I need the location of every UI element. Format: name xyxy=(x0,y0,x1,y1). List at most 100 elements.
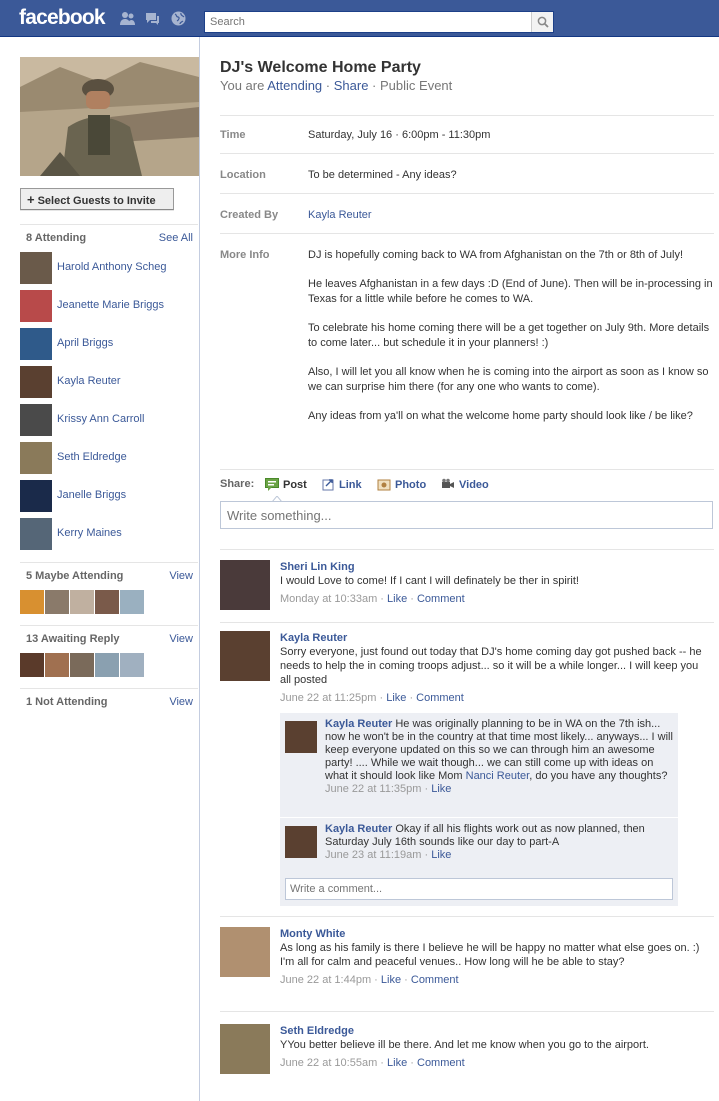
guest-thumbnail[interactable] xyxy=(45,653,69,677)
see-all-link[interactable]: See All xyxy=(159,232,193,244)
timestamp[interactable]: June 23 at 11:19am xyxy=(325,849,421,861)
share-photo-label: Photo xyxy=(395,479,427,491)
comment-link[interactable]: Comment xyxy=(417,1057,465,1069)
timestamp[interactable]: Monday at 10:33am xyxy=(280,593,377,605)
share-photo-tab[interactable]: Photo xyxy=(377,478,426,491)
section-divider xyxy=(20,625,198,626)
attending-guest[interactable]: Harold Anthony Scheg xyxy=(20,252,198,284)
divider xyxy=(220,469,714,470)
guest-thumbnail[interactable] xyxy=(95,653,119,677)
attending-guest[interactable]: Janelle Briggs xyxy=(20,480,198,512)
guest-thumbnail[interactable] xyxy=(70,653,94,677)
guest-name-link[interactable]: Jeanette Marie Briggs xyxy=(57,299,164,311)
share-post-tab[interactable]: Post xyxy=(265,478,307,491)
separator: · xyxy=(406,692,417,704)
guest-thumbnail[interactable] xyxy=(95,590,119,614)
like-link[interactable]: Like xyxy=(431,849,451,861)
like-link[interactable]: Like xyxy=(431,783,451,795)
guest-avatar[interactable] xyxy=(20,252,52,284)
poster-avatar[interactable] xyxy=(220,927,270,977)
poster-name-link[interactable]: Seth Eldredge xyxy=(280,1025,354,1037)
facebook-logo[interactable]: facebook xyxy=(19,6,106,30)
guest-name-link[interactable]: Krissy Ann Carroll xyxy=(57,413,144,425)
guest-thumbnail[interactable] xyxy=(120,653,144,677)
comment-link[interactable]: Comment xyxy=(416,692,464,704)
attending-guest[interactable]: Jeanette Marie Briggs xyxy=(20,290,198,322)
post-text: Sorry everyone, just found out today tha… xyxy=(280,646,702,686)
guest-avatar[interactable] xyxy=(20,328,52,360)
guest-avatar[interactable] xyxy=(20,404,52,436)
poster-name-link[interactable]: Sheri Lin King xyxy=(280,561,355,573)
guest-avatar[interactable] xyxy=(20,480,52,512)
timestamp[interactable]: June 22 at 11:25pm xyxy=(280,692,376,704)
poster-name-link[interactable]: Monty White xyxy=(280,928,345,940)
write-something-input[interactable] xyxy=(220,501,713,529)
attending-guest[interactable]: Krissy Ann Carroll xyxy=(20,404,198,436)
guest-thumbnail[interactable] xyxy=(20,590,44,614)
plus-icon: + xyxy=(27,191,35,207)
guest-name-link[interactable]: Kayla Reuter xyxy=(57,375,121,387)
separator: · xyxy=(407,593,417,605)
guest-name-link[interactable]: Janelle Briggs xyxy=(57,489,126,501)
separator: · xyxy=(371,974,381,986)
separator: · xyxy=(421,783,432,795)
creator-link[interactable]: Kayla Reuter xyxy=(308,208,372,223)
guest-name-link[interactable]: Harold Anthony Scheg xyxy=(57,261,166,273)
share-video-tab[interactable]: Video xyxy=(441,478,489,491)
guest-name-link[interactable]: Seth Eldredge xyxy=(57,451,127,463)
write-comment-input[interactable] xyxy=(285,878,673,900)
messages-icon[interactable] xyxy=(145,11,160,26)
share-event-link[interactable]: Share xyxy=(334,78,369,93)
like-link[interactable]: Like xyxy=(387,1057,407,1069)
more-info-paragraph: DJ is hopefully coming back to WA from A… xyxy=(308,249,684,261)
attending-guest[interactable]: April Briggs xyxy=(20,328,198,360)
poster-name-link[interactable]: Kayla Reuter xyxy=(280,632,347,644)
search-button[interactable] xyxy=(531,12,553,32)
comment-link[interactable]: Comment xyxy=(417,593,465,605)
commenter-name-link[interactable]: Kayla Reuter xyxy=(325,823,392,835)
commenter-name-link[interactable]: Kayla Reuter xyxy=(325,718,392,730)
not-attending-view-link[interactable]: View xyxy=(169,696,193,708)
timestamp[interactable]: June 22 at 11:35pm xyxy=(325,783,421,795)
guest-name-link[interactable]: April Briggs xyxy=(57,337,113,349)
more-info-label: More Info xyxy=(220,249,270,261)
poster-avatar[interactable] xyxy=(220,1024,270,1074)
guest-thumbnail[interactable] xyxy=(45,590,69,614)
like-link[interactable]: Like xyxy=(387,593,407,605)
select-guests-button[interactable]: + Select Guests to Invite xyxy=(20,188,174,210)
guest-thumbnail[interactable] xyxy=(120,590,144,614)
commenter-avatar[interactable] xyxy=(285,826,317,858)
guest-avatar[interactable] xyxy=(20,518,52,550)
event-photo[interactable] xyxy=(20,57,199,176)
search-input[interactable] xyxy=(205,12,531,32)
guest-thumbnail[interactable] xyxy=(70,590,94,614)
separator: · xyxy=(407,1057,417,1069)
comment-body: Kayla Reuter Okay if all his flights wor… xyxy=(325,823,675,862)
mention-link[interactable]: Nanci Reuter xyxy=(466,770,530,782)
attending-status-link[interactable]: Attending xyxy=(267,78,322,93)
attending-guest[interactable]: Seth Eldredge xyxy=(20,442,198,474)
poster-avatar[interactable] xyxy=(220,631,270,681)
friend-requests-icon[interactable] xyxy=(120,11,135,26)
comment-link[interactable]: Comment xyxy=(411,974,459,986)
guest-avatar[interactable] xyxy=(20,290,52,322)
comment-divider xyxy=(280,817,678,818)
attending-guest[interactable]: Kayla Reuter xyxy=(20,366,198,398)
share-link-tab[interactable]: Link xyxy=(321,478,362,491)
notifications-globe-icon[interactable] xyxy=(171,11,186,26)
commenter-avatar[interactable] xyxy=(285,721,317,753)
attending-guest[interactable]: Kerry Maines xyxy=(20,518,198,550)
like-link[interactable]: Like xyxy=(381,974,401,986)
awaiting-view-link[interactable]: View xyxy=(169,633,193,645)
guest-thumbnail[interactable] xyxy=(20,653,44,677)
guest-avatar[interactable] xyxy=(20,366,52,398)
maybe-view-link[interactable]: View xyxy=(169,570,193,582)
timestamp[interactable]: June 22 at 10:55am xyxy=(280,1057,377,1069)
guest-avatar[interactable] xyxy=(20,442,52,474)
separator: · xyxy=(322,78,334,93)
timestamp[interactable]: June 22 at 1:44pm xyxy=(280,974,371,986)
like-link[interactable]: Like xyxy=(386,692,406,704)
poster-avatar[interactable] xyxy=(220,560,270,610)
event-title: DJ's Welcome Home Party xyxy=(220,59,421,76)
guest-name-link[interactable]: Kerry Maines xyxy=(57,527,122,539)
